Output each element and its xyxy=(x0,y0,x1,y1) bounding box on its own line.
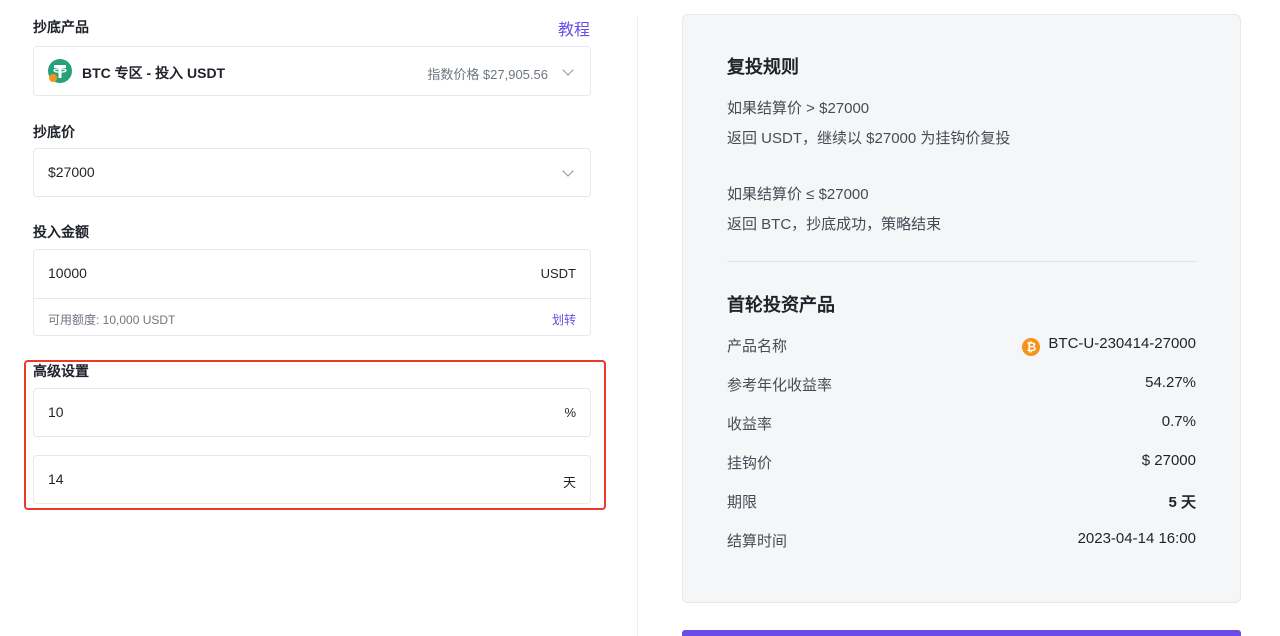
price-value: $27000 xyxy=(48,164,95,180)
transfer-link[interactable]: 划转 xyxy=(552,311,576,328)
highlight-box xyxy=(24,360,606,510)
row-value-apy: 54.27% xyxy=(1145,374,1196,391)
available-balance: 可用额度: 10,000 USDT xyxy=(48,313,176,327)
price-select[interactable]: $27000 xyxy=(33,148,591,197)
rules-line-3: 如果结算价 ≤ $27000 xyxy=(727,186,869,203)
column-divider xyxy=(637,16,638,636)
bitcoin-icon: ₿ xyxy=(1022,338,1041,356)
row-label-yield: 收益率 xyxy=(727,416,773,433)
row-label-settlement: 结算时间 xyxy=(727,533,788,550)
amount-box: 10000 USDT 可用额度: 10,000 USDT 划转 xyxy=(33,249,591,336)
row-value-yield: 0.7% xyxy=(1161,413,1196,430)
product-name: BTC 专区 - 投入 USDT xyxy=(82,65,226,81)
card-divider xyxy=(727,261,1197,262)
rules-line-4: 返回 BTC，抄底成功，策略结束 xyxy=(727,216,942,233)
row-value-product-name: ₿ BTC-U-230414-27000 xyxy=(1022,335,1196,356)
amount-label: 投入金额 xyxy=(33,224,89,240)
rules-line-1: 如果结算价 > $27000 xyxy=(727,100,870,117)
index-price: 指数价格 $27,905.56 xyxy=(427,67,548,82)
chevron-down-icon xyxy=(562,64,574,76)
row-label-product-name: 产品名称 xyxy=(727,338,788,355)
amount-unit: USDT xyxy=(540,266,576,281)
price-label: 抄底价 xyxy=(33,124,75,140)
rules-line-2: 返回 USDT，继续以 $27000 为挂钩价复投 xyxy=(727,130,1011,147)
row-value-settlement: 2023-04-14 16:00 xyxy=(1077,530,1196,547)
row-value-term: 5 天 xyxy=(1168,494,1196,511)
row-value-strike: $ 27000 xyxy=(1141,452,1196,469)
tether-icon xyxy=(48,59,72,83)
rules-title: 复投规则 xyxy=(727,57,799,77)
product-label: 抄底产品 xyxy=(33,19,89,35)
row-label-term: 期限 xyxy=(727,494,758,511)
amount-value: 10000 xyxy=(48,265,87,281)
row-label-apy: 参考年化收益率 xyxy=(727,377,833,394)
amount-input[interactable]: 10000 USDT xyxy=(34,250,590,299)
first-round-title: 首轮投资产品 xyxy=(727,295,835,315)
submit-button[interactable] xyxy=(682,630,1241,636)
row-label-strike: 挂钩价 xyxy=(727,455,773,472)
tutorial-link[interactable]: 教程 xyxy=(558,16,590,40)
product-select[interactable]: BTC 专区 - 投入 USDT 指数价格 $27,905.56 xyxy=(33,46,591,96)
summary-card: 复投规则 如果结算价 > $27000 返回 USDT，继续以 $27000 为… xyxy=(682,14,1241,603)
chevron-down-icon xyxy=(562,165,574,177)
